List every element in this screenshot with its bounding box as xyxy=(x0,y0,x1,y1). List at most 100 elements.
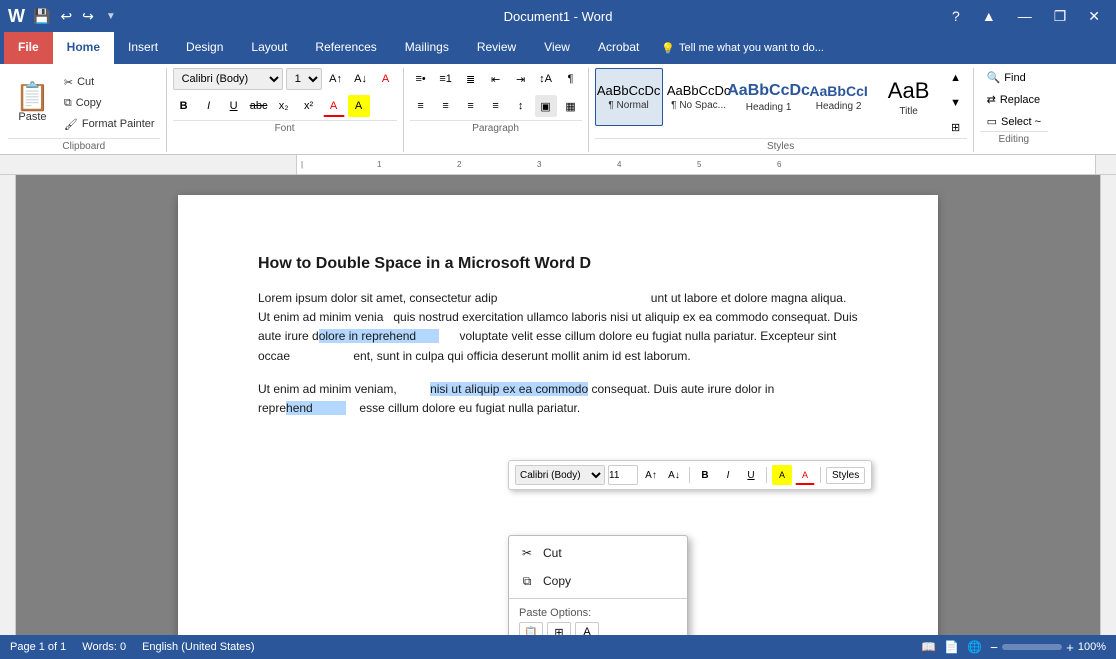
print-layout-button[interactable]: 📄 xyxy=(944,640,959,655)
mini-bold-button[interactable]: B xyxy=(695,465,715,485)
view-controls: 📖 📄 🌐 − + 100% xyxy=(921,640,1106,655)
document-para-1[interactable]: Lorem ipsum dolor sit amet, consectetur … xyxy=(258,289,858,366)
align-center-button[interactable]: ≡ xyxy=(435,95,457,117)
bullet-list-button[interactable]: ≡• xyxy=(410,68,432,90)
zoom-in-button[interactable]: + xyxy=(1066,640,1074,655)
restore-window-icon[interactable]: ❐ xyxy=(1046,8,1075,25)
shading-button[interactable]: ▣ xyxy=(535,95,557,117)
decrease-indent-button[interactable]: ⇤ xyxy=(485,68,507,90)
vertical-scrollbar[interactable] xyxy=(1100,175,1116,635)
tab-references[interactable]: References xyxy=(301,32,390,64)
tab-acrobat[interactable]: Acrobat xyxy=(584,32,653,64)
mini-styles-button[interactable]: Styles xyxy=(826,467,865,484)
mini-underline-button[interactable]: U xyxy=(741,465,761,485)
quick-save-button[interactable]: 💾 xyxy=(31,6,52,27)
decrease-font-button[interactable]: A↓ xyxy=(350,68,372,90)
copy-button[interactable]: ⧉ Copy xyxy=(59,94,160,113)
document-para-2[interactable]: Ut enim ad minim veniam, nisi ut aliquip… xyxy=(258,380,858,418)
styles-expand[interactable]: ⊞ xyxy=(945,117,967,138)
mini-shrink-font[interactable]: A↓ xyxy=(664,465,684,485)
style-heading1[interactable]: AaBbCcDc Heading 1 xyxy=(735,68,803,126)
mini-highlight-button[interactable]: A xyxy=(772,465,792,485)
align-left-button[interactable]: ≡ xyxy=(410,95,432,117)
read-mode-button[interactable]: 📖 xyxy=(921,640,936,655)
numbered-list-button[interactable]: ≡1 xyxy=(435,68,457,90)
text-color-button[interactable]: A xyxy=(323,95,345,117)
align-right-button[interactable]: ≡ xyxy=(460,95,482,117)
tell-me-box[interactable]: 💡 Tell me what you want to do... xyxy=(653,32,1112,64)
tab-view[interactable]: View xyxy=(530,32,584,64)
mini-font-color-button[interactable]: A xyxy=(795,465,815,485)
ribbon-content: 📋 Paste ✂ Cut ⧉ Copy 🖌 Format Painter xyxy=(0,64,1116,155)
border-button[interactable]: ▦ xyxy=(560,95,582,117)
tab-review[interactable]: Review xyxy=(463,32,530,64)
web-layout-button[interactable]: 🌐 xyxy=(967,640,982,655)
replace-button[interactable]: ⇄ Replace xyxy=(980,90,1048,109)
style-title[interactable]: AaB Title xyxy=(875,68,943,126)
tab-mailings[interactable]: Mailings xyxy=(391,32,463,64)
find-label: Find xyxy=(1004,72,1025,84)
ctx-paste-opt-2[interactable]: ⊞ xyxy=(547,622,571,635)
close-window-icon[interactable]: ✕ xyxy=(1080,8,1108,25)
show-formatting-button[interactable]: ¶ xyxy=(560,68,582,90)
font-size-select[interactable]: 11 xyxy=(286,68,322,90)
font-family-select[interactable]: Calibri (Body) xyxy=(173,68,283,90)
ctx-copy[interactable]: ⧉ Copy xyxy=(509,567,687,595)
ctx-paste-opt-1[interactable]: 📋 xyxy=(519,622,543,635)
sort-button[interactable]: ↕A xyxy=(535,68,557,90)
styles-arrows: ▲ ▼ ⊞ xyxy=(945,68,967,138)
underline-button[interactable]: U xyxy=(223,95,245,117)
ctx-paste-options: 📋 ⊞ A xyxy=(509,619,687,635)
increase-indent-button[interactable]: ⇥ xyxy=(510,68,532,90)
cut-label: Cut xyxy=(77,76,94,88)
styles-scroll-down[interactable]: ▼ xyxy=(945,93,967,114)
find-button[interactable]: 🔍 Find xyxy=(980,68,1048,87)
clear-format-button[interactable]: A xyxy=(375,68,397,90)
tab-file[interactable]: File xyxy=(4,32,53,64)
mini-italic-button[interactable]: I xyxy=(718,465,738,485)
help-icon[interactable]: ? xyxy=(944,8,968,25)
document[interactable]: How to Double Space in a Microsoft Word … xyxy=(178,195,938,635)
style-no-spacing[interactable]: AaBbCcDc ¶ No Spac... xyxy=(665,68,733,126)
style-normal[interactable]: AaBbCcDc ¶ Normal xyxy=(595,68,663,126)
customize-qat[interactable]: ▼ xyxy=(106,11,116,22)
quick-redo-button[interactable]: ↪ xyxy=(80,6,96,27)
document-area[interactable]: How to Double Space in a Microsoft Word … xyxy=(16,175,1100,635)
select-button[interactable]: ▭ Select ~ xyxy=(980,112,1048,131)
ctx-cut[interactable]: ✂ Cut xyxy=(509,539,687,567)
format-painter-button[interactable]: 🖌 Format Painter xyxy=(59,115,160,134)
ribbon-minimize-icon[interactable]: ▲ xyxy=(974,8,1004,25)
ctx-paste-opt-3[interactable]: A xyxy=(575,622,599,635)
tab-layout[interactable]: Layout xyxy=(237,32,301,64)
font-group-content: Calibri (Body) 11 A↑ A↓ A B I U abc x₂ x… xyxy=(173,68,397,120)
paste-button[interactable]: 📋 Paste xyxy=(8,78,57,128)
zoom-slider[interactable] xyxy=(1002,644,1062,650)
style-heading2[interactable]: AaBbCcI Heading 2 xyxy=(805,68,873,126)
zoom-level: 100% xyxy=(1078,641,1106,653)
bold-button[interactable]: B xyxy=(173,95,195,117)
line-spacing-button[interactable]: ↕ xyxy=(510,95,532,117)
superscript-button[interactable]: x² xyxy=(298,95,320,117)
style-title-preview: AaB xyxy=(888,78,930,104)
justify-button[interactable]: ≡ xyxy=(485,95,507,117)
cut-button[interactable]: ✂ Cut xyxy=(59,73,160,92)
tab-home[interactable]: Home xyxy=(53,32,114,64)
strikethrough-button[interactable]: abc xyxy=(248,95,270,117)
tab-insert[interactable]: Insert xyxy=(114,32,172,64)
mini-font-select[interactable]: Calibri (Body) xyxy=(515,465,605,485)
increase-font-button[interactable]: A↑ xyxy=(325,68,347,90)
styles-scroll-up[interactable]: ▲ xyxy=(945,68,967,89)
minimize-window-icon[interactable]: — xyxy=(1010,8,1040,25)
highlight-button[interactable]: A xyxy=(348,95,370,117)
paragraph-group-label: Paragraph xyxy=(410,120,582,134)
subscript-button[interactable]: x₂ xyxy=(273,95,295,117)
tab-design[interactable]: Design xyxy=(172,32,237,64)
multilevel-list-button[interactable]: ≣ xyxy=(460,68,482,90)
zoom-out-button[interactable]: − xyxy=(990,640,998,655)
italic-button[interactable]: I xyxy=(198,95,220,117)
mini-grow-font[interactable]: A↑ xyxy=(641,465,661,485)
quick-undo-button[interactable]: ↩ xyxy=(58,6,74,27)
status-bar: Page 1 of 1 Words: 0 English (United Sta… xyxy=(0,635,1116,659)
window-controls: ? ▲ — ❐ ✕ xyxy=(944,8,1108,25)
mini-font-size[interactable] xyxy=(608,465,638,485)
